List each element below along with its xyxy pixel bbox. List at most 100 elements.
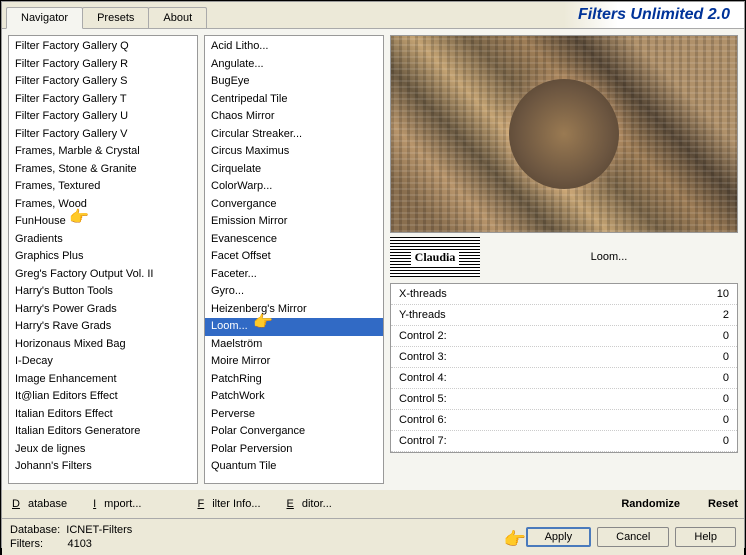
category-item[interactable]: I-Decay: [9, 353, 197, 371]
apply-button[interactable]: Apply: [526, 527, 592, 547]
category-list[interactable]: Filter Factory Gallery QFilter Factory G…: [8, 35, 198, 484]
param-row[interactable]: Control 7: 0: [391, 431, 737, 452]
filter-item[interactable]: ColorWarp...: [205, 178, 383, 196]
pointing-hand-icon: 👉: [504, 529, 526, 550]
categories-column: Filter Factory Gallery QFilter Factory G…: [8, 35, 198, 484]
filter-item[interactable]: Evanescence: [205, 231, 383, 249]
category-item[interactable]: Filter Factory Gallery T: [9, 91, 197, 109]
filter-item[interactable]: PatchWork: [205, 388, 383, 406]
param-label: Control 6:: [399, 411, 447, 429]
param-value: 0: [723, 327, 729, 345]
toolbar: Database Import... Filter Info... Editor…: [2, 490, 744, 518]
author-logo: Claudia: [390, 237, 480, 277]
param-label: Control 3:: [399, 348, 447, 366]
category-item[interactable]: Italian Editors Effect: [9, 406, 197, 424]
category-item[interactable]: Greg's Factory Output Vol. II: [9, 266, 197, 284]
tab-about[interactable]: About: [148, 7, 207, 28]
category-item[interactable]: Harry's Button Tools: [9, 283, 197, 301]
filter-item[interactable]: Facet Offset: [205, 248, 383, 266]
param-row[interactable]: Control 4:0: [391, 368, 737, 389]
app-title: Filters Unlimited 2.0: [564, 2, 744, 28]
filter-item[interactable]: Centripedal Tile: [205, 91, 383, 109]
db-value: ICNET-Filters: [66, 524, 132, 536]
filter-item[interactable]: Polar Perversion: [205, 441, 383, 459]
category-item[interactable]: Frames, Stone & Granite: [9, 161, 197, 179]
filter-item[interactable]: Convergance: [205, 196, 383, 214]
filters-column: Acid Litho...Angulate...BugEyeCentripeda…: [204, 35, 384, 484]
filter-item[interactable]: Maelström: [205, 336, 383, 354]
filter-item[interactable]: Angulate...: [205, 56, 383, 74]
filter-item[interactable]: Moire Mirror: [205, 353, 383, 371]
filters-count: 4103: [67, 538, 91, 550]
param-label: Control 7:: [399, 432, 447, 450]
category-item[interactable]: FunHouse👉: [9, 213, 197, 231]
param-row[interactable]: Y-threads2: [391, 305, 737, 326]
reset-button[interactable]: Reset: [704, 496, 742, 512]
param-label: X-threads: [399, 285, 447, 303]
title-bar: NavigatorPresetsAbout Filters Unlimited …: [2, 2, 744, 28]
category-item[interactable]: Filter Factory Gallery R: [9, 56, 197, 74]
param-value: 0: [723, 432, 729, 450]
help-button[interactable]: Help: [675, 527, 736, 547]
param-value: 0: [723, 411, 729, 429]
category-item[interactable]: Frames, Wood: [9, 196, 197, 214]
status-bar: Database: ICNET-Filters Filters: 4103 👉 …: [2, 518, 744, 555]
category-item[interactable]: Filter Factory Gallery U: [9, 108, 197, 126]
parameter-panel: X-threads10Y-threads2Control 2:0Control …: [390, 283, 738, 453]
category-item[interactable]: Harry's Rave Grads: [9, 318, 197, 336]
filter-item[interactable]: Gyro...: [205, 283, 383, 301]
app-window: NavigatorPresetsAbout Filters Unlimited …: [1, 1, 745, 548]
filter-item[interactable]: Perverse: [205, 406, 383, 424]
category-item[interactable]: Jeux de lignes: [9, 441, 197, 459]
preview-image: [390, 35, 738, 233]
param-row[interactable]: Control 6: 0: [391, 410, 737, 431]
filter-info-button[interactable]: Filter Info...: [189, 496, 268, 512]
category-item[interactable]: Frames, Textured: [9, 178, 197, 196]
filter-item[interactable]: Chaos Mirror: [205, 108, 383, 126]
filter-item[interactable]: BugEye: [205, 73, 383, 91]
param-row[interactable]: X-threads10: [391, 284, 737, 305]
tab-presets[interactable]: Presets: [82, 7, 149, 28]
cancel-button[interactable]: Cancel: [597, 527, 669, 547]
filter-item[interactable]: Faceter...: [205, 266, 383, 284]
category-item[interactable]: Filter Factory Gallery V: [9, 126, 197, 144]
category-item[interactable]: Gradients: [9, 231, 197, 249]
filter-item[interactable]: Cirquelate: [205, 161, 383, 179]
param-label: Control 4:: [399, 369, 447, 387]
filter-item[interactable]: Polar Convergance: [205, 423, 383, 441]
param-row[interactable]: Control 5:0: [391, 389, 737, 410]
category-item[interactable]: Horizonaus Mixed Bag: [9, 336, 197, 354]
editor-button[interactable]: Editor...: [279, 496, 340, 512]
database-button[interactable]: Database: [4, 496, 75, 512]
pointing-hand-icon: 👉: [253, 315, 273, 331]
param-label: Y-threads: [399, 306, 446, 324]
import-button[interactable]: Import...: [85, 496, 149, 512]
category-item[interactable]: Filter Factory Gallery S: [9, 73, 197, 91]
filter-item[interactable]: Heizenberg's Mirror: [205, 301, 383, 319]
current-filter-name: Loom...: [480, 251, 738, 263]
category-item[interactable]: Frames, Marble & Crystal: [9, 143, 197, 161]
filter-item[interactable]: Loom...👉: [205, 318, 383, 336]
category-item[interactable]: Italian Editors Generatore: [9, 423, 197, 441]
filter-item[interactable]: Circus Maximus: [205, 143, 383, 161]
pointing-hand-icon: 👉: [69, 210, 89, 226]
category-item[interactable]: Harry's Power Grads: [9, 301, 197, 319]
filter-item[interactable]: Emission Mirror: [205, 213, 383, 231]
tab-navigator[interactable]: Navigator: [6, 7, 83, 29]
filter-item[interactable]: PatchRing: [205, 371, 383, 389]
category-item[interactable]: Image Enhancement: [9, 371, 197, 389]
param-label: Control 5:: [399, 390, 447, 408]
randomize-button[interactable]: Randomize: [617, 496, 684, 512]
main-content: Filter Factory Gallery QFilter Factory G…: [2, 28, 744, 490]
category-item[interactable]: Filter Factory Gallery Q: [9, 38, 197, 56]
param-row[interactable]: Control 3:0: [391, 347, 737, 368]
filter-item[interactable]: Acid Litho...: [205, 38, 383, 56]
filter-item[interactable]: Quantum Tile: [205, 458, 383, 476]
param-row[interactable]: Control 2:0: [391, 326, 737, 347]
logo-text: Claudia: [411, 250, 460, 265]
category-item[interactable]: Graphics Plus: [9, 248, 197, 266]
filter-list[interactable]: Acid Litho...Angulate...BugEyeCentripeda…: [204, 35, 384, 484]
filter-item[interactable]: Circular Streaker...: [205, 126, 383, 144]
category-item[interactable]: It@lian Editors Effect: [9, 388, 197, 406]
category-item[interactable]: Johann's Filters: [9, 458, 197, 476]
